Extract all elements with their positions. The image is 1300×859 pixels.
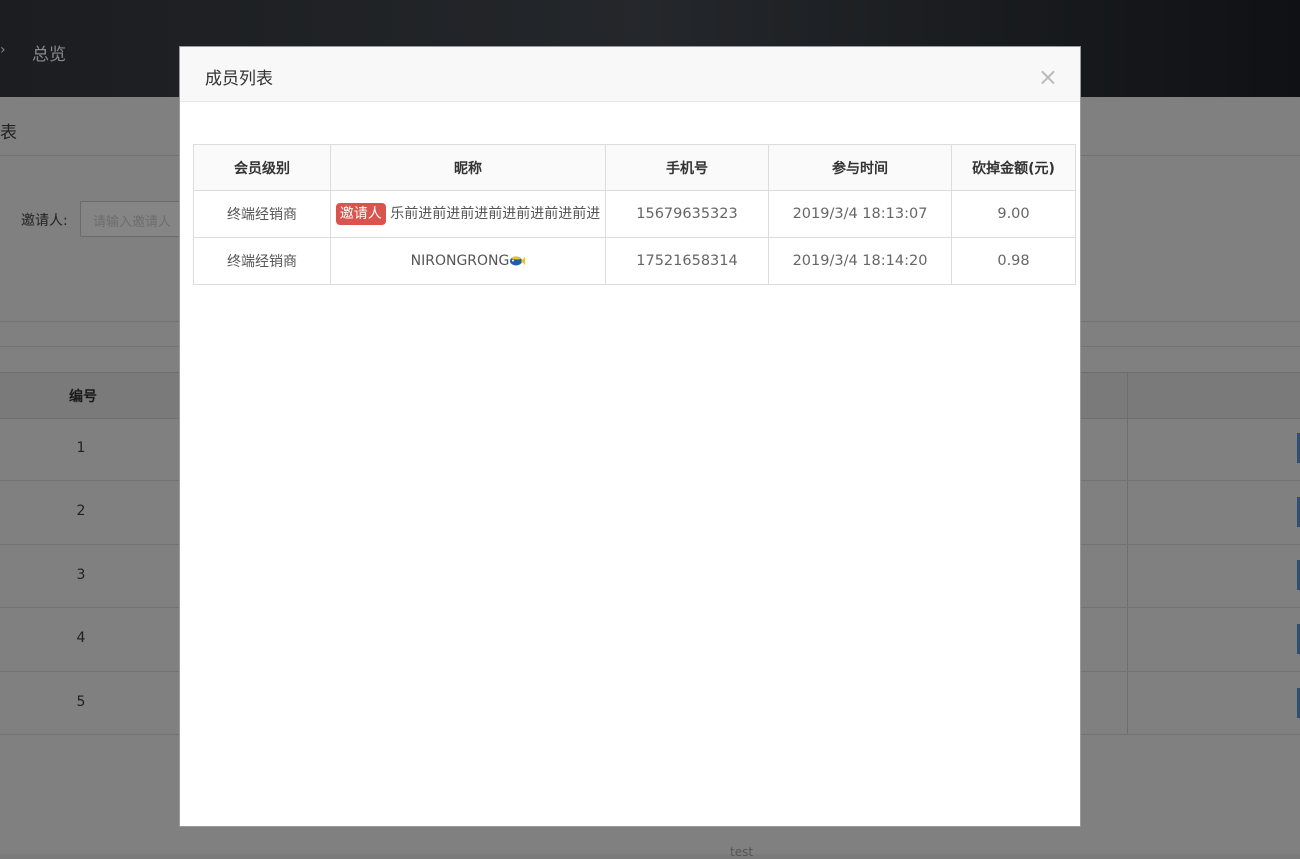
- member-phone: 15679635323: [605, 190, 769, 238]
- table-row-id: 4: [76, 630, 86, 646]
- fish-emoji-icon: [509, 255, 526, 267]
- column-header-amount: 砍掉金额(元): [951, 144, 1076, 191]
- table-row-id: 1: [76, 440, 86, 456]
- table-row-id: 2: [76, 503, 86, 519]
- column-header-level: 会员级别: [193, 144, 331, 191]
- member-nickname-cell: 邀请人 乐前进前进前进前进前进前进前进: [330, 190, 606, 238]
- table-row: 终端经销商 NIRONGRONG 17521658314 2019/3/4 18…: [193, 237, 1076, 285]
- table-header-row: 会员级别 昵称 手机号 参与时间 砍掉金额(元): [193, 144, 1076, 191]
- modal-title: 成员列表: [205, 69, 273, 89]
- member-nickname: NIRONGRONG: [410, 253, 510, 269]
- inviter-filter-label: 邀请人:: [21, 213, 68, 229]
- footer-text: test: [730, 845, 754, 859]
- member-join-time: 2019/3/4 18:13:07: [768, 190, 952, 238]
- page-section-title: 表: [0, 123, 17, 143]
- column-header-nickname: 昵称: [330, 144, 606, 191]
- column-header-phone: 手机号: [605, 144, 769, 191]
- nav-overview-link[interactable]: 总览: [32, 40, 66, 65]
- table-row-id: 5: [76, 694, 86, 710]
- nav-arrow-icon: ›: [0, 42, 6, 58]
- table-row: 终端经销商 邀请人 乐前进前进前进前进前进前进前进 15679635323 20…: [193, 190, 1076, 238]
- member-nickname: 乐前进前进前进前进前进前进前进: [390, 206, 601, 222]
- column-header-time: 参与时间: [768, 144, 952, 191]
- table-column-divider: [1127, 372, 1128, 734]
- member-cut-amount: 9.00: [951, 190, 1076, 238]
- table-row-id: 3: [76, 567, 86, 583]
- modal-header: 成员列表 ×: [180, 47, 1080, 102]
- member-phone: 17521658314: [605, 237, 769, 285]
- close-icon[interactable]: ×: [1038, 65, 1058, 89]
- column-header-id: 编号: [69, 389, 97, 405]
- member-table: 会员级别 昵称 手机号 参与时间 砍掉金额(元) 终端经销商 邀请人 乐前进前进…: [193, 144, 1076, 285]
- member-level: 终端经销商: [193, 190, 331, 238]
- member-nickname-cell: NIRONGRONG: [330, 237, 606, 285]
- inviter-badge: 邀请人: [335, 203, 386, 225]
- member-level: 终端经销商: [193, 237, 331, 285]
- member-join-time: 2019/3/4 18:14:20: [768, 237, 952, 285]
- member-cut-amount: 0.98: [951, 237, 1076, 285]
- member-list-modal: 成员列表 × 会员级别 昵称 手机号 参与时间 砍掉金额(元) 终端经销商 邀请…: [179, 46, 1081, 827]
